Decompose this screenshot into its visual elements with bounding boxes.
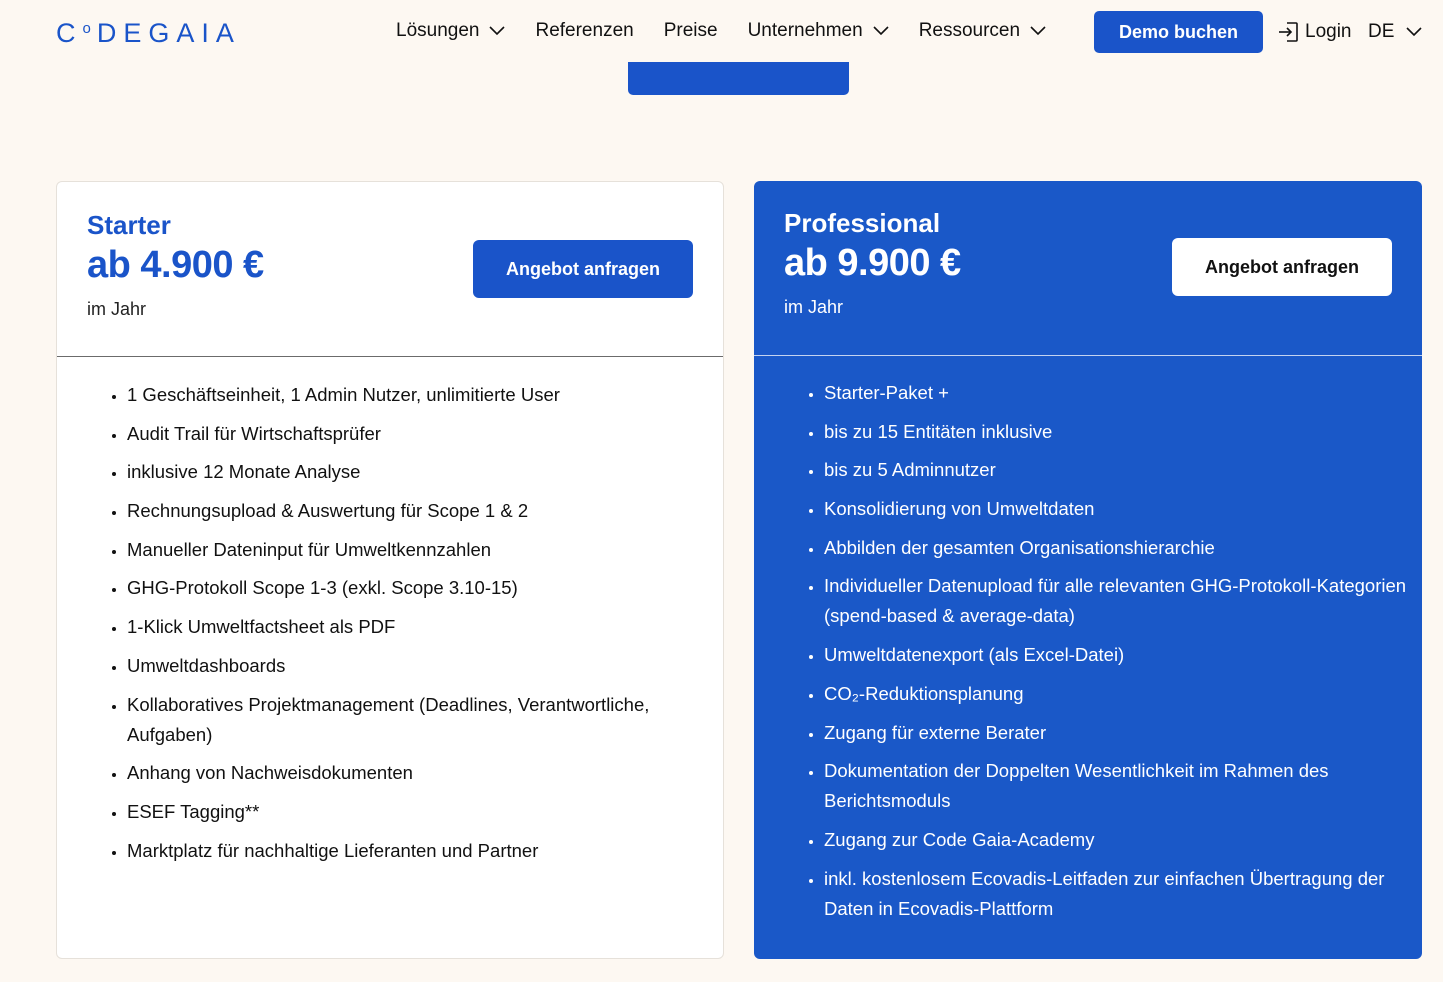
feature-list: Starter-Paket + bis zu 15 Entitäten inkl… [804, 378, 1414, 932]
list-item: Starter-Paket + [824, 378, 1414, 408]
list-item: Dokumentation der Doppelten Wesentlichke… [824, 756, 1414, 816]
plan-card-professional: Professional ab 9.900 € im Jahr Angebot … [754, 181, 1422, 959]
plan-card-header: Professional ab 9.900 € im Jahr Angebot … [754, 181, 1422, 356]
list-item: ESEF Tagging** [127, 797, 717, 827]
nav-item-label: Preise [663, 20, 718, 41]
list-item: Marktplatz für nachhaltige Lieferanten u… [127, 836, 717, 866]
chevron-down-icon [1030, 26, 1046, 36]
language-label: DE [1368, 21, 1395, 42]
list-item: Anhang von Nachweisdokumenten [127, 758, 717, 788]
list-item: 1-Klick Umweltfactsheet als PDF [127, 612, 717, 642]
logo-text-rest: DEGAIA [96, 18, 241, 48]
nav-item-preise[interactable]: Preise [664, 11, 718, 51]
plan-name: Starter [87, 210, 171, 240]
list-item: Individueller Datenupload für alle relev… [824, 571, 1414, 631]
nav-item-label: Referenzen [535, 20, 634, 41]
plan-period: im Jahr [87, 299, 147, 319]
list-item: Audit Trail für Wirtschaftsprüfer [127, 419, 717, 449]
list-item: Manueller Dateninput für Umweltkennzahle… [127, 535, 717, 565]
list-item: Rechnungsupload & Auswertung für Scope 1… [127, 496, 717, 526]
plan-period: im Jahr [784, 297, 844, 317]
list-item: Umweltdashboards [127, 651, 717, 681]
list-item: Zugang zur Code Gaia-Academy [824, 825, 1414, 855]
list-item: bis zu 15 Entitäten inklusive [824, 417, 1414, 447]
site-header: CoDEGAIA Lösungen Referenzen Preise Unte… [0, 0, 1443, 62]
login-label: Login [1305, 21, 1352, 42]
logo-text-o: o [82, 20, 97, 37]
nav-item-label: Ressourcen [918, 20, 1021, 41]
chevron-down-icon [873, 26, 889, 36]
list-item: inklusive 12 Monate Analyse [127, 457, 717, 487]
login-icon [1279, 22, 1298, 42]
plan-card-starter: Starter ab 4.900 € im Jahr Angebot anfra… [56, 181, 724, 959]
request-offer-button[interactable]: Angebot anfragen [473, 240, 693, 298]
language-selector[interactable]: DE [1368, 11, 1422, 53]
list-item: inkl. kostenlosem Ecovadis-Leitfaden zur… [824, 864, 1414, 924]
nav-item-label: Lösungen [396, 20, 480, 41]
nav-item-unternehmen[interactable]: Unternehmen [748, 11, 889, 51]
list-item: CO₂-Reduktionsplanung [824, 679, 1414, 709]
nav-item-label: Unternehmen [747, 20, 863, 41]
logo[interactable]: CoDEGAIA [56, 18, 241, 53]
list-item: Kollaboratives Projektmanagement (Deadli… [127, 690, 717, 750]
logo-text-c: C [56, 18, 83, 48]
demo-button[interactable]: Demo buchen [1094, 11, 1263, 53]
chevron-down-icon [1406, 27, 1422, 37]
list-item: 1 Geschäftseinheit, 1 Admin Nutzer, unli… [127, 380, 717, 410]
list-item: Konsolidierung von Umweltdaten [824, 494, 1414, 524]
list-item: Umweltdatenexport (als Excel-Datei) [824, 640, 1414, 670]
request-offer-button[interactable]: Angebot anfragen [1172, 238, 1392, 296]
main-nav: Lösungen Referenzen Preise Unternehmen R… [396, 0, 1046, 62]
login-link[interactable]: Login [1277, 11, 1352, 53]
list-item: GHG-Protokoll Scope 1-3 (exkl. Scope 3.1… [127, 573, 717, 603]
nav-item-ressourcen[interactable]: Ressourcen [919, 11, 1046, 51]
plan-name: Professional [784, 208, 941, 238]
list-item: bis zu 5 Adminnutzer [824, 455, 1414, 485]
nav-item-loesungen[interactable]: Lösungen [396, 11, 506, 51]
list-item: Zugang für externe Berater [824, 718, 1414, 748]
nav-item-referenzen[interactable]: Referenzen [535, 11, 633, 51]
plan-card-header: Starter ab 4.900 € im Jahr Angebot anfra… [57, 182, 723, 357]
plan-price: ab 4.900 € [87, 244, 264, 286]
chevron-down-icon [489, 26, 506, 36]
plan-price: ab 9.900 € [784, 242, 961, 284]
list-item: Abbilden der gesamten Organisationshiera… [824, 533, 1414, 563]
feature-list: 1 Geschäftseinheit, 1 Admin Nutzer, unli… [107, 380, 717, 874]
